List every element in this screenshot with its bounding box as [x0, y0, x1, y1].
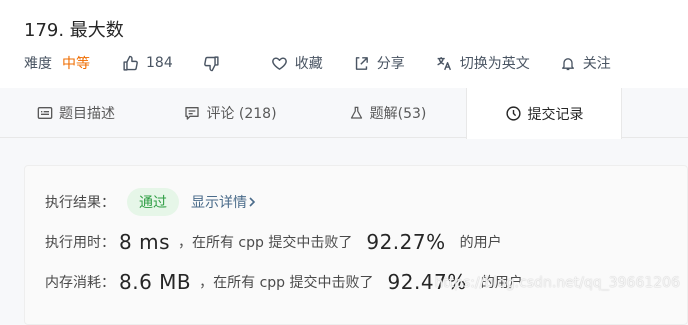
- tab-solutions-label: 题解(53): [369, 106, 427, 122]
- follow-button[interactable]: 关注: [560, 53, 611, 73]
- like-count: 184: [146, 55, 173, 71]
- heart-icon: [271, 56, 287, 70]
- description-icon: [37, 107, 53, 119]
- follow-label: 关注: [582, 56, 611, 72]
- difficulty-label: 难度: [24, 56, 52, 72]
- tab-submissions[interactable]: 提交记录: [466, 88, 622, 139]
- runtime-label: 执行用时：: [45, 235, 115, 251]
- thumbs-up-icon: [123, 55, 138, 71]
- runtime-suffix: 的用户: [459, 235, 502, 251]
- runtime-row: 执行用时： 8 ms ，在所有 cpp 提交中击败了 92.27% 的用户: [45, 230, 502, 254]
- share-icon: [355, 56, 368, 70]
- runtime-value: 8 ms: [119, 230, 170, 254]
- bell-icon: [561, 57, 574, 70]
- share-label: 分享: [376, 56, 405, 72]
- thumbs-down-icon: [203, 55, 219, 71]
- language-switch-button[interactable]: 切换为英文: [435, 53, 530, 73]
- chevron-right-icon: [249, 197, 256, 207]
- watermark: https://blog.csdn.net/qq_39661206: [434, 275, 680, 291]
- translate-icon: [437, 56, 451, 70]
- show-details-label: 显示详情: [191, 195, 247, 211]
- accepted-badge: 通过: [127, 188, 179, 216]
- tab-submissions-label: 提交记录: [527, 106, 584, 123]
- runtime-percentile: 92.27%: [366, 230, 446, 254]
- clock-icon: [505, 106, 521, 121]
- comment-icon: [185, 107, 200, 120]
- favorite-button[interactable]: 收藏: [271, 53, 323, 73]
- tab-solutions[interactable]: 题解(53): [309, 88, 466, 138]
- problem-title: 179. 最大数: [24, 20, 124, 41]
- flask-icon: [350, 106, 362, 119]
- difficulty-value: 中等: [62, 56, 90, 72]
- dislike-button[interactable]: [203, 55, 227, 72]
- result-status-row: 执行结果： 通过 显示详情: [45, 188, 257, 216]
- memory-label: 内存消耗：: [45, 275, 115, 291]
- runtime-comparison-text: ，在所有 cpp 提交中击败了: [177, 235, 353, 251]
- result-status-label: 执行结果：: [45, 195, 115, 211]
- memory-value: 8.6 MB: [119, 270, 192, 294]
- show-details-link[interactable]: 显示详情: [191, 192, 257, 212]
- submission-result-panel: 执行结果： 通过 显示详情 执行用时： 8 ms ，在所有 cpp 提交中击败了…: [24, 165, 688, 325]
- tab-comments[interactable]: 评论 (218): [152, 88, 309, 138]
- favorite-label: 收藏: [294, 56, 323, 72]
- share-button[interactable]: 分享: [353, 53, 405, 73]
- memory-comparison-text: ，在所有 cpp 提交中击败了: [199, 275, 374, 291]
- language-switch-label: 切换为英文: [459, 56, 530, 72]
- tab-comments-label: 评论 (218): [206, 106, 277, 122]
- tab-description-label: 题目描述: [59, 106, 115, 122]
- tab-description[interactable]: 题目描述: [0, 88, 152, 138]
- problem-meta-bar: 难度 中等 184 收藏 分享 切换为英文 关注: [24, 52, 611, 74]
- like-button[interactable]: 184: [122, 55, 173, 72]
- tab-bar: 题目描述 评论 (218) 题解(53) 提交记录: [0, 88, 688, 139]
- problem-header: 179. 最大数 难度 中等 184 收藏 分享 切换为英文 关注: [0, 0, 688, 88]
